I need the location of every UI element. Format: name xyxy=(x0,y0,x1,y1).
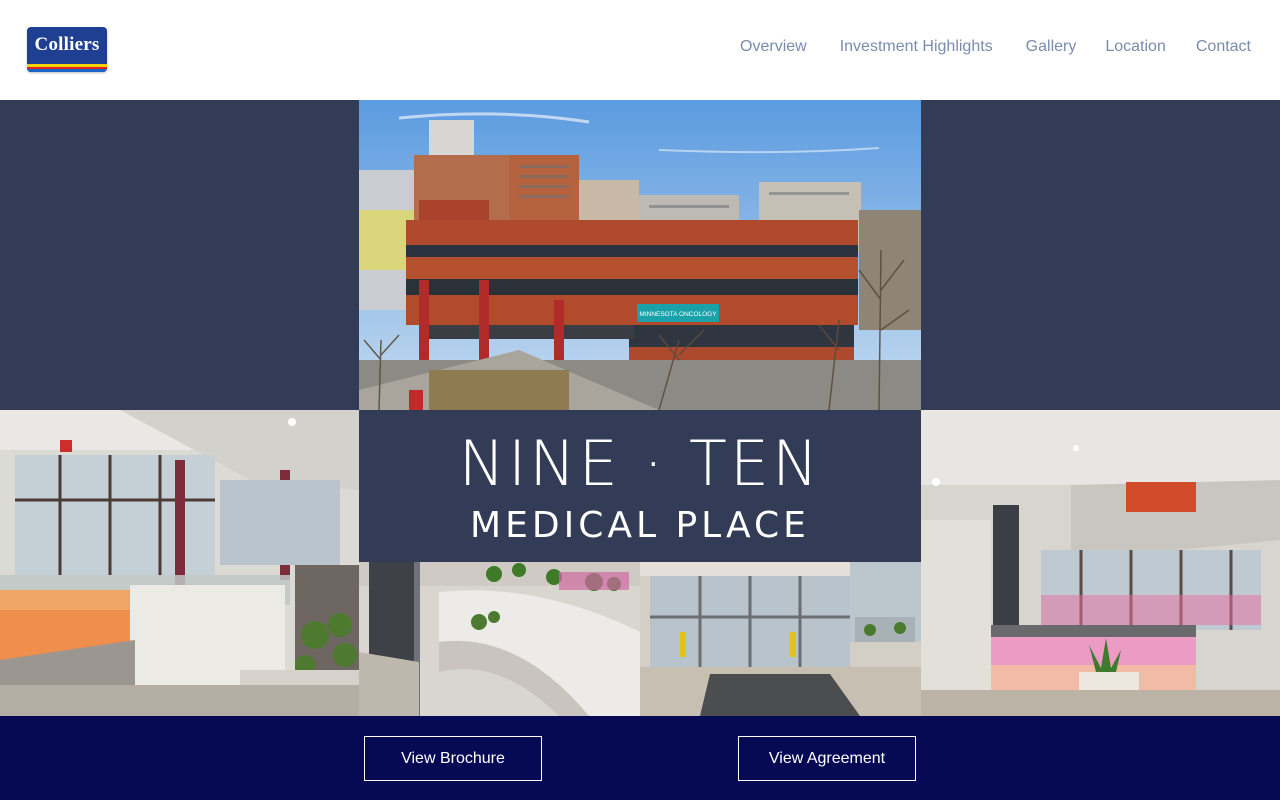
building-exterior-photo: MINNESOTA ONCOLOGY xyxy=(359,100,921,410)
building-sign-text: MINNESOTA ONCOLOGY xyxy=(639,311,717,318)
logo-wordmark: Colliers xyxy=(34,34,100,55)
property-subtitle: MEDICAL PLACE xyxy=(470,505,810,546)
view-agreement-button[interactable]: View Agreement xyxy=(738,736,916,781)
logo-stripes xyxy=(27,64,107,72)
entrance-doors-photo xyxy=(640,562,921,716)
lobby-reception-photo xyxy=(921,410,1280,716)
nav-overview[interactable]: Overview xyxy=(740,38,807,56)
view-brochure-button[interactable]: View Brochure xyxy=(364,736,542,781)
interior-atrium-photo xyxy=(0,410,359,716)
nav-gallery[interactable]: Gallery xyxy=(1026,38,1077,56)
site-header: Colliers Overview Investment Highlights … xyxy=(0,0,1280,100)
nav-location[interactable]: Location xyxy=(1105,38,1166,56)
cta-bar: View Brochure View Agreement xyxy=(0,716,1280,800)
property-title: NINE · TEN xyxy=(458,427,822,500)
nav-investment-highlights[interactable]: Investment Highlights xyxy=(840,38,993,56)
nav-contact[interactable]: Contact xyxy=(1196,38,1251,56)
colliers-logo[interactable]: Colliers xyxy=(27,27,107,72)
hero-section: MINNESOTA ONCOLOGY NINE · TEN MEDICAL PL… xyxy=(0,100,1280,716)
atrium-stairs-photo xyxy=(359,562,640,716)
main-nav: Overview Investment Highlights Gallery L… xyxy=(740,38,1251,56)
property-title-block: NINE · TEN MEDICAL PLACE xyxy=(359,410,921,562)
